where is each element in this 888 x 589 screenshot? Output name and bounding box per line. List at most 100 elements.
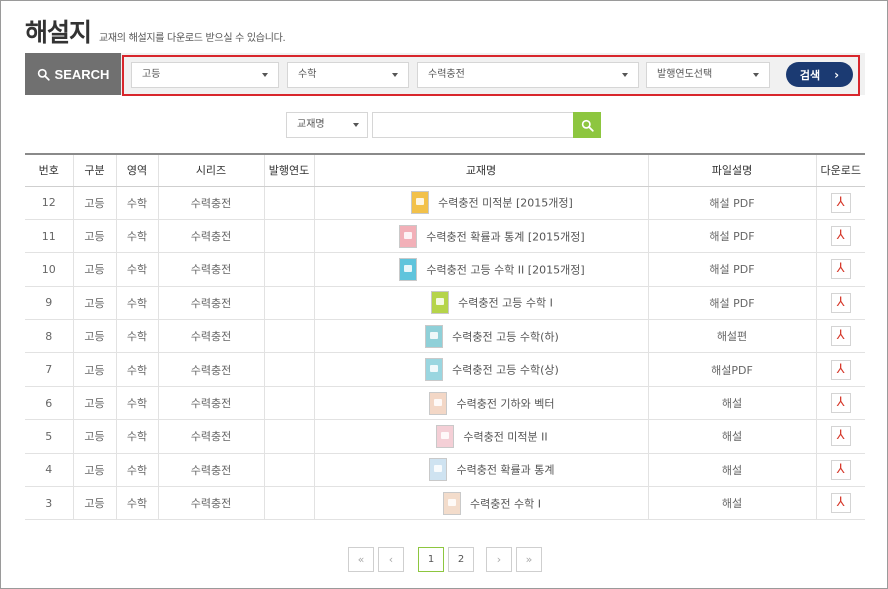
subject-select[interactable]: 수학 bbox=[287, 62, 409, 88]
row-file-description: 해설 PDF bbox=[647, 286, 816, 321]
row-series: 수력충전 bbox=[157, 419, 264, 454]
row-area: 수학 bbox=[115, 186, 158, 220]
pdf-download-icon[interactable]: ⅄ bbox=[830, 426, 851, 447]
book-title-link[interactable]: 수력충전 미적분 [2015개정] bbox=[438, 197, 573, 210]
solutions-table: 번호 구분 영역 시리즈 발행연도 교재명 파일설명 다운로드 12 고등 수학… bbox=[25, 153, 865, 521]
book-cover-thumbnail[interactable] bbox=[429, 458, 448, 482]
book-cover-thumbnail[interactable] bbox=[425, 358, 444, 382]
pdf-download-icon[interactable]: ⅄ bbox=[830, 326, 851, 347]
chevron-right-icon: › bbox=[834, 67, 840, 82]
pagination-page-1[interactable]: 1 bbox=[418, 547, 444, 572]
table-row: 10 고등 수학 수력충전 수력충전 고등 수학 II [2015개정] 해설 … bbox=[25, 252, 865, 287]
row-file-description: 해설PDF bbox=[647, 352, 816, 387]
book-cover-thumbnail[interactable] bbox=[425, 324, 444, 348]
table-row: 6 고등 수학 수력충전 수력충전 기하와 벡터 해설 ⅄ bbox=[25, 386, 865, 421]
level-select-value: 고등 bbox=[142, 69, 161, 80]
header-number: 번호 bbox=[25, 153, 73, 187]
row-series: 수력충전 bbox=[157, 252, 264, 287]
book-title-link[interactable]: 수력충전 확률과 통계 bbox=[456, 464, 554, 477]
pagination-next-button[interactable]: › bbox=[486, 547, 512, 572]
row-title-cell: 수력충전 고등 수학(상) bbox=[313, 352, 648, 387]
pagination-prev-button[interactable]: ‹ bbox=[378, 547, 404, 572]
series-select[interactable]: 수력충전 bbox=[417, 62, 639, 88]
row-title-cell: 수력충전 고등 수학 I bbox=[313, 286, 648, 321]
row-year bbox=[263, 186, 314, 220]
row-title-cell: 수력충전 미적분 II bbox=[313, 419, 648, 454]
row-download: ⅄ bbox=[815, 386, 865, 421]
header-year: 발행연도 bbox=[263, 153, 314, 187]
book-title-link[interactable]: 수력충전 미적분 II bbox=[463, 430, 547, 443]
header-series: 시리즈 bbox=[157, 153, 264, 187]
row-download: ⅄ bbox=[815, 319, 865, 354]
row-area: 수학 bbox=[115, 219, 158, 254]
book-cover-thumbnail[interactable] bbox=[399, 224, 418, 248]
row-series: 수력충전 bbox=[157, 453, 264, 488]
row-download: ⅄ bbox=[815, 186, 865, 220]
row-title-cell: 수력충전 확률과 통계 bbox=[313, 453, 648, 488]
pdf-download-icon[interactable]: ⅄ bbox=[830, 459, 851, 480]
book-cover-thumbnail[interactable] bbox=[411, 191, 430, 215]
filter-search-button[interactable] bbox=[573, 112, 601, 138]
table-row: 7 고등 수학 수력충전 수력충전 고등 수학(상) 해설PDF ⅄ bbox=[25, 352, 865, 387]
pdf-download-icon[interactable]: ⅄ bbox=[830, 493, 851, 514]
row-number: 6 bbox=[25, 386, 73, 421]
book-title-link[interactable]: 수력충전 고등 수학 I bbox=[458, 297, 553, 310]
year-select[interactable]: 발행연도선택 bbox=[646, 62, 770, 88]
book-title-link[interactable]: 수력충전 기하와 벡터 bbox=[456, 397, 554, 410]
row-level: 고등 bbox=[72, 453, 116, 488]
search-button[interactable]: 검색 › bbox=[786, 62, 853, 87]
pagination-first-button[interactable]: « bbox=[348, 547, 374, 572]
pagination-page-2[interactable]: 2 bbox=[448, 547, 474, 572]
row-level: 고등 bbox=[72, 219, 116, 254]
year-select-value: 발행연도선택 bbox=[657, 69, 713, 80]
table-row: 11 고등 수학 수력충전 수력충전 확률과 통계 [2015개정] 해설 PD… bbox=[25, 219, 865, 254]
row-number: 9 bbox=[25, 286, 73, 321]
row-year bbox=[263, 319, 314, 354]
row-file-description: 해설 bbox=[647, 419, 816, 454]
row-title-cell: 수력충전 미적분 [2015개정] bbox=[313, 186, 648, 220]
row-file-description: 해설편 bbox=[647, 319, 816, 354]
row-series: 수력충전 bbox=[157, 286, 264, 321]
caret-down-icon bbox=[262, 73, 268, 77]
book-cover-thumbnail[interactable] bbox=[436, 424, 455, 448]
pdf-download-icon[interactable]: ⅄ bbox=[830, 393, 851, 414]
table-row: 5 고등 수학 수력충전 수력충전 미적분 II 해설 ⅄ bbox=[25, 419, 865, 454]
row-download: ⅄ bbox=[815, 453, 865, 488]
pdf-download-icon[interactable]: ⅄ bbox=[830, 292, 851, 313]
row-title-cell: 수력충전 확률과 통계 [2015개정] bbox=[313, 219, 648, 254]
row-area: 수학 bbox=[115, 252, 158, 287]
series-select-value: 수력충전 bbox=[428, 69, 465, 80]
row-level: 고등 bbox=[72, 319, 116, 354]
pdf-download-icon[interactable]: ⅄ bbox=[830, 259, 851, 280]
book-title-link[interactable]: 수력충전 고등 수학(하) bbox=[452, 330, 559, 343]
row-file-description: 해설 PDF bbox=[647, 219, 816, 254]
row-area: 수학 bbox=[115, 319, 158, 354]
row-series: 수력충전 bbox=[157, 386, 264, 421]
caret-down-icon bbox=[622, 73, 628, 77]
book-cover-thumbnail[interactable] bbox=[431, 291, 450, 315]
subject-select-value: 수학 bbox=[298, 69, 317, 80]
row-number: 10 bbox=[25, 252, 73, 287]
book-title-link[interactable]: 수력충전 고등 수학(상) bbox=[452, 364, 559, 377]
pagination-last-button[interactable]: » bbox=[516, 547, 542, 572]
level-select[interactable]: 고등 bbox=[131, 62, 279, 88]
row-level: 고등 bbox=[72, 352, 116, 387]
filter-search-input[interactable] bbox=[372, 112, 574, 138]
row-level: 고등 bbox=[72, 486, 116, 521]
pdf-download-icon[interactable]: ⅄ bbox=[830, 359, 851, 380]
row-download: ⅄ bbox=[815, 419, 865, 454]
filter-field-select[interactable]: 교재명 bbox=[286, 112, 368, 138]
book-title-link[interactable]: 수력충전 확률과 통계 [2015개정] bbox=[426, 230, 584, 243]
row-area: 수학 bbox=[115, 419, 158, 454]
book-cover-thumbnail[interactable] bbox=[443, 491, 462, 515]
book-cover-thumbnail[interactable] bbox=[429, 391, 448, 415]
row-title-cell: 수력충전 수학 I bbox=[313, 486, 648, 521]
pdf-download-icon[interactable]: ⅄ bbox=[830, 226, 851, 247]
book-title-link[interactable]: 수력충전 고등 수학 II [2015개정] bbox=[426, 263, 584, 276]
book-cover-thumbnail[interactable] bbox=[399, 257, 418, 281]
row-number: 4 bbox=[25, 453, 73, 488]
pdf-download-icon[interactable]: ⅄ bbox=[830, 192, 851, 213]
row-year bbox=[263, 286, 314, 321]
book-title-link[interactable]: 수력충전 수학 I bbox=[470, 497, 541, 510]
row-title-cell: 수력충전 기하와 벡터 bbox=[313, 386, 648, 421]
